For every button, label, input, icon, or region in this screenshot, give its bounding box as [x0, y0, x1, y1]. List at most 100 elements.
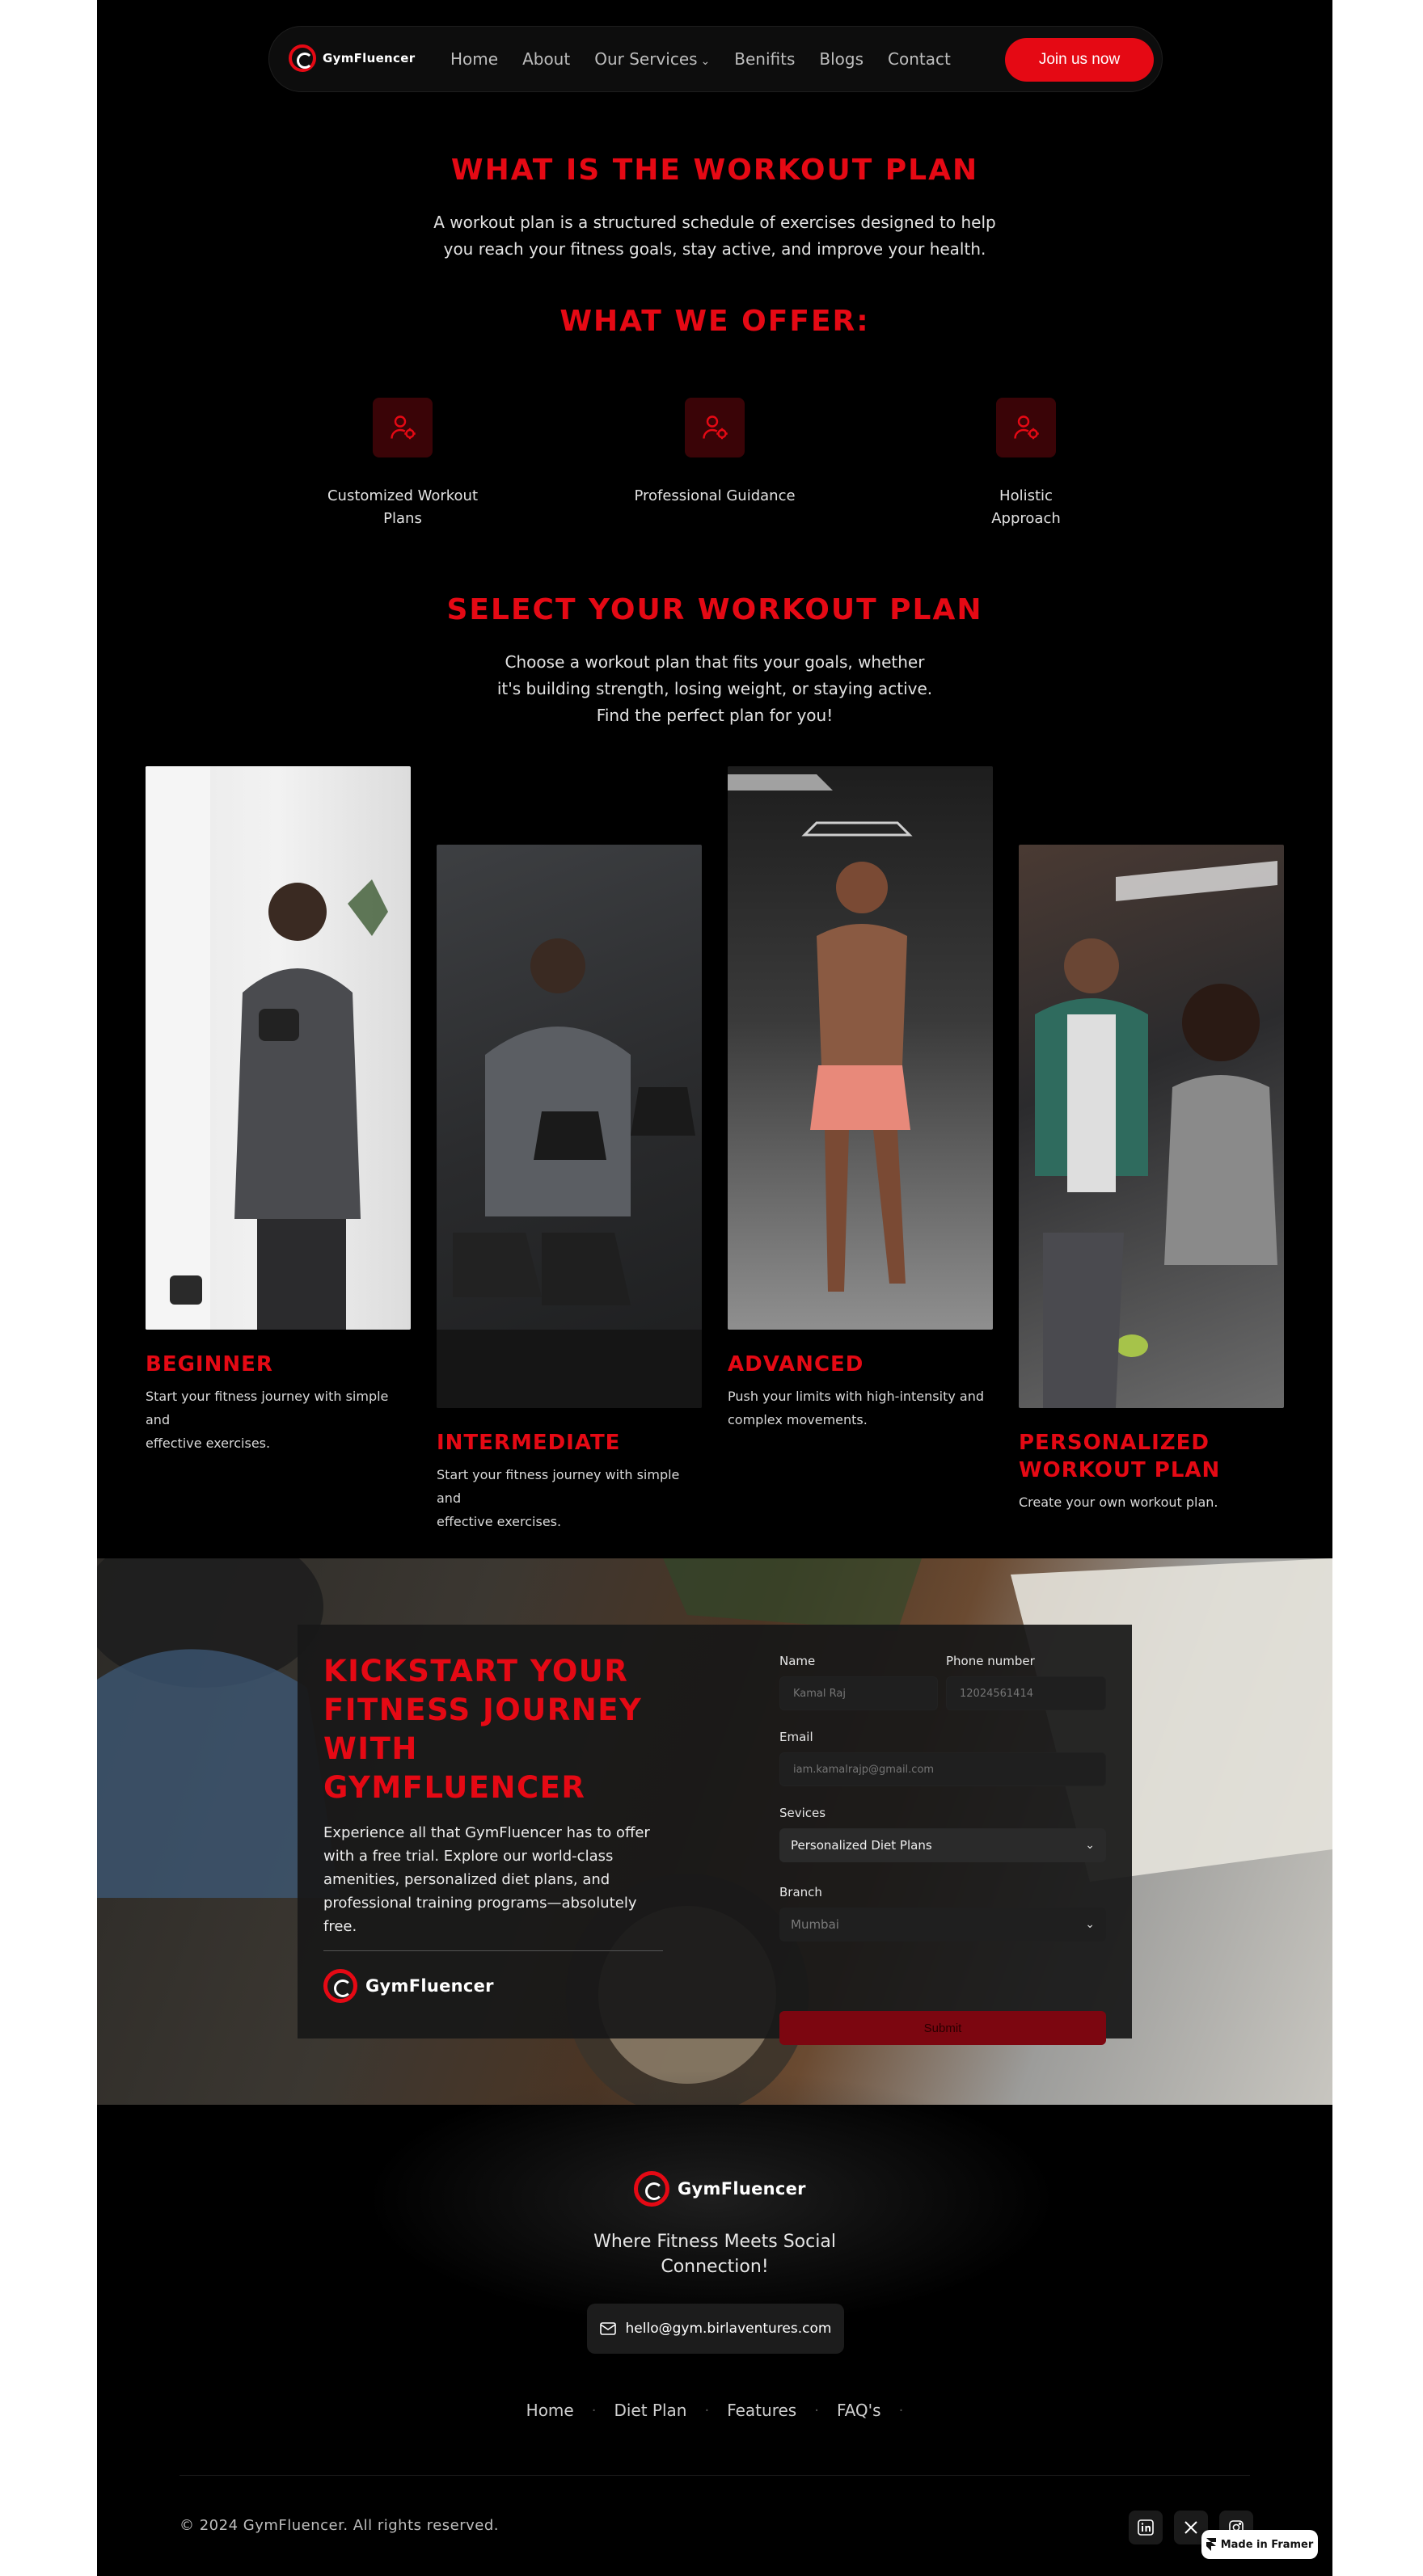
feature-customized-plans: Customized Workout Plans [306, 398, 500, 530]
feature-label-line1: Professional Guidance [634, 487, 796, 504]
separator-dot: · [591, 2401, 597, 2419]
workout-plan-title: WHAT IS THE WORKOUT PLAN [450, 154, 979, 187]
gymfluencer-logo-icon [323, 1969, 357, 2003]
select-plan-line3: Find the perfect plan for you! [596, 706, 834, 725]
kickstart-title-line3: WITH [323, 1731, 418, 1766]
feature-label-line1: Holistic [999, 487, 1053, 504]
footer-link-home[interactable]: Home [526, 2401, 574, 2420]
select-plan-line2: it's building strength, losing weight, o… [496, 679, 933, 698]
kickstart-brand: GymFluencer [323, 1969, 494, 2003]
services-selected-value: Personalized Diet Plans [791, 1838, 932, 1853]
email-input[interactable] [779, 1752, 1106, 1786]
linkedin-icon[interactable] [1129, 2511, 1163, 2544]
feature-label-line1: Customized Workout [327, 487, 479, 504]
feature-holistic-approach: Holistic Approach [929, 398, 1123, 530]
name-label: Name [779, 1654, 816, 1668]
brand-logo[interactable]: GymFluencer [289, 44, 415, 72]
nav-link-home[interactable]: Home [450, 49, 498, 69]
join-us-button[interactable]: Join us now [1005, 38, 1154, 82]
gymfluencer-logo-icon [289, 44, 316, 72]
plan-card-beginner[interactable]: BEGINNER Start your fitness journey with… [146, 766, 411, 1455]
email-label: Email [779, 1730, 813, 1744]
select-plan-title: SELECT YOUR WORKOUT PLAN [446, 593, 983, 626]
kickstart-card: KICKSTART YOUR FITNESS JOURNEY WITH GYMF… [298, 1625, 1132, 2045]
offer-title: WHAT WE OFFER: [559, 305, 870, 338]
plan-desc-line1: Push your limits with high-intensity and [728, 1389, 984, 1404]
user-gear-icon [996, 398, 1056, 457]
footer-link-faqs[interactable]: FAQ's [837, 2401, 881, 2420]
nav-link-contact[interactable]: Contact [888, 49, 951, 69]
name-input[interactable] [779, 1676, 938, 1710]
footer-tagline: Where Fitness Meets Social Connection! [97, 2229, 1332, 2279]
plan-image-beginner [146, 766, 411, 1330]
footer-brand[interactable]: GymFluencer [634, 2171, 806, 2207]
footer-divider [179, 2475, 1250, 2476]
plan-description: Start your fitness journey with simple a… [437, 1463, 702, 1533]
services-label: Sevices [779, 1806, 826, 1820]
phone-input[interactable] [946, 1676, 1106, 1710]
email-address: hello@gym.birlaventures.com [625, 2321, 832, 2337]
kickstart-text-line1: Experience all that GymFluencer has to o… [323, 1824, 650, 1841]
footer-links: Home · Diet Plan · Features · FAQ's · [97, 2401, 1332, 2420]
plan-card-advanced[interactable]: ADVANCED Push your limits with high-inte… [728, 766, 993, 1431]
workout-description-line2: you reach your fitness goals, stay activ… [443, 239, 986, 259]
kickstart-text-line5: free. [323, 1918, 357, 1935]
plan-image-advanced [728, 766, 993, 1330]
nav-link-about[interactable]: About [522, 49, 570, 69]
mail-icon [599, 2322, 616, 2335]
plan-card-intermediate[interactable]: INTERMEDIATE Start your fitness journey … [437, 845, 702, 1533]
chevron-down-icon: ⌄ [700, 55, 711, 68]
navbar: GymFluencer Home About Our Services ⌄ Ben… [268, 26, 1163, 92]
plan-title: BEGINNER [146, 1352, 273, 1377]
chevron-down-icon: ⌄ [1085, 1839, 1095, 1852]
footer-link-features[interactable]: Features [727, 2401, 796, 2420]
branch-label: Branch [779, 1885, 822, 1899]
feature-label: Customized Workout Plans [306, 485, 500, 530]
plan-image-intermediate [437, 845, 702, 1408]
separator-dot: · [704, 2401, 710, 2419]
badge-label: Made in Framer [1220, 2538, 1314, 2551]
nav-link-blogs[interactable]: Blogs [819, 49, 864, 69]
made-in-framer-badge[interactable]: Made in Framer [1201, 2530, 1318, 2559]
kickstart-title-line4: GYMFLUENCER [323, 1770, 586, 1805]
copyright-text: © 2024 GymFluencer. All rights reserved. [179, 2517, 500, 2534]
plan-desc-line1: Start your fitness journey with simple a… [146, 1389, 389, 1427]
divider [323, 1950, 663, 1951]
chevron-down-icon: ⌄ [1085, 1918, 1095, 1931]
plan-desc-line1: Start your fitness journey with simple a… [437, 1467, 680, 1506]
nav-links: Home About Our Services ⌄ Benifits Blogs … [450, 49, 951, 69]
user-gear-icon [685, 398, 745, 457]
tagline-line1: Where Fitness Meets Social [593, 2232, 836, 2252]
plan-description: Create your own workout plan. [1019, 1495, 1218, 1510]
user-gear-icon [373, 398, 433, 457]
plan-title-line2: WORKOUT PLAN [1019, 1458, 1221, 1482]
footer-link-diet-plan[interactable]: Diet Plan [614, 2401, 686, 2420]
feature-label: Professional Guidance [618, 485, 812, 508]
separator-dot: · [898, 2401, 904, 2419]
nav-link-services-label: Our Services [594, 49, 698, 69]
workout-description-line1: A workout plan is a structured schedule … [433, 213, 996, 232]
submit-button[interactable]: Submit [779, 2011, 1106, 2045]
page: GymFluencer Home About Our Services ⌄ Ben… [97, 0, 1332, 2576]
brand-name: GymFluencer [365, 1976, 494, 1996]
plan-title: PERSONALIZED WORKOUT PLAN [1019, 1429, 1284, 1484]
phone-label: Phone number [946, 1654, 1035, 1668]
framer-icon [1206, 2538, 1216, 2551]
brand-name: GymFluencer [323, 51, 416, 65]
branch-selected-value: Mumbai [791, 1917, 839, 1932]
email-contact-button[interactable]: hello@gym.birlaventures.com [587, 2304, 844, 2354]
nav-link-services[interactable]: Our Services ⌄ [594, 49, 710, 69]
kickstart-text-line3: amenities, personalized diet plans, and [323, 1871, 610, 1888]
feature-label-line2: Approach [991, 510, 1061, 527]
plan-description: Push your limits with high-intensity and… [728, 1385, 993, 1431]
plan-title: INTERMEDIATE [437, 1431, 621, 1455]
plan-title-line1: PERSONALIZED [1019, 1431, 1210, 1455]
select-plan-line1: Choose a workout plan that fits your goa… [505, 652, 925, 672]
services-select[interactable]: Personalized Diet Plans ⌄ [779, 1828, 1106, 1862]
branch-select[interactable]: Mumbai ⌄ [779, 1908, 1106, 1941]
nav-link-benefits[interactable]: Benifits [734, 49, 795, 69]
plan-desc-line2: complex movements. [728, 1412, 868, 1427]
tagline-line2: Connection! [661, 2257, 769, 2277]
feature-professional-guidance: Professional Guidance [618, 398, 812, 508]
plan-card-personalized[interactable]: PERSONALIZED WORKOUT PLAN Create your own… [1019, 845, 1284, 1514]
